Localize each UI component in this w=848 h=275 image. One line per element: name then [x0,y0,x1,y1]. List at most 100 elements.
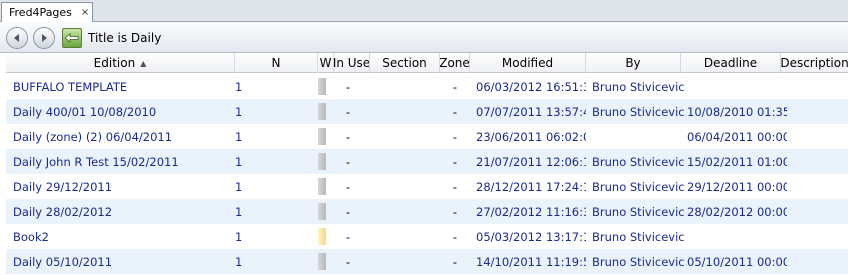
column-zone[interactable]: Zone [440,53,470,73]
modified-cell: 28/12/2011 17:24:13 [476,179,586,194]
n-cell: 1 [235,79,243,94]
filter-label: Title is Daily [88,31,162,45]
in-use-cell: - [345,229,351,244]
modified-cell: 05/03/2012 13:17:13 [476,229,586,244]
column-n-label: N [271,56,281,70]
by-cell: Bruno Stivicevic [592,154,684,169]
modified-cell: 23/06/2011 06:02:06 [476,129,586,144]
edition-cell[interactable]: Daily 29/12/2011 [13,174,235,199]
filter-arrow-icon [65,33,79,43]
w-indicator [318,203,326,220]
column-zone-label: Zone [440,56,470,70]
n-cell: 1 [235,254,243,269]
in-use-cell: - [345,179,351,194]
column-w[interactable]: W [318,53,334,73]
toolbar: Title is Daily [0,22,848,53]
zone-cell: - [452,229,458,244]
column-w-label: W [319,56,332,70]
table-row[interactable]: Book2 1 - - 05/03/2012 13:17:13 Bruno St… [6,224,848,249]
zone-cell: - [452,154,458,169]
column-edition-label: Edition [93,56,136,70]
tab-strip: Fred4Pages × [0,0,848,22]
arrow-left-icon [14,34,19,42]
deadline-cell: 05/10/2011 00:00 [687,254,787,269]
in-use-cell: - [345,154,351,169]
by-cell: Bruno Stivicevic [592,254,684,269]
column-section[interactable]: Section [370,53,440,73]
w-indicator [318,253,326,270]
close-icon[interactable]: × [81,7,89,18]
modified-cell: 07/07/2011 13:57:42 [476,104,586,119]
deadline-cell: 10/08/2010 01:35 [687,104,787,119]
by-cell: Bruno Stivicevic [592,104,684,119]
n-cell: 1 [235,179,243,194]
column-by-label: By [625,56,641,70]
by-cell: Bruno Stivicevic [592,229,684,244]
table-row[interactable]: Daily 05/10/2011 1 - - 14/10/2011 11:19:… [6,249,848,274]
back-button[interactable] [6,27,28,49]
column-in-use[interactable]: In Use [334,53,370,73]
modified-cell: 21/07/2011 12:06:18 [476,154,586,169]
column-deadline[interactable]: Deadline [681,53,781,73]
w-indicator [318,178,326,195]
column-edition[interactable]: Edition ▲ [6,53,235,73]
edition-cell[interactable]: Book2 [13,224,235,249]
in-use-cell: - [345,104,351,119]
in-use-cell: - [345,79,351,94]
table-row[interactable]: Daily (zone) (2) 06/04/2011 1 - - 23/06/… [6,124,848,149]
table-row[interactable]: Daily 29/12/2011 1 - - 28/12/2011 17:24:… [6,174,848,199]
edition-cell[interactable]: Daily John R Test 15/02/2011 [13,149,235,174]
modified-cell: 14/10/2011 11:19:57 [476,254,586,269]
zone-cell: - [452,79,458,94]
editions-grid: BUFFALO TEMPLATE 1 - - 06/03/2012 16:51:… [6,74,848,274]
in-use-cell: - [345,254,351,269]
column-header: Edition ▲ N W In Use Section Zone Modifi… [6,53,848,73]
column-in-use-label: In Use [334,56,370,70]
n-cell: 1 [235,204,243,219]
edition-cell[interactable]: Daily 400/01 10/08/2010 [13,99,235,124]
table-row[interactable]: Daily 28/02/2012 1 - - 27/02/2012 11:16:… [6,199,848,224]
column-n[interactable]: N [235,53,318,73]
w-indicator [318,153,326,170]
table-row[interactable]: Daily 400/01 10/08/2010 1 - - 07/07/2011… [6,99,848,124]
column-description[interactable]: Description [781,53,848,73]
in-use-cell: - [345,204,351,219]
n-cell: 1 [235,104,243,119]
deadline-cell: 15/02/2011 01:00 [687,154,787,169]
column-modified-label: Modified [501,56,554,70]
in-use-cell: - [345,129,351,144]
column-section-label: Section [382,56,427,70]
edition-cell[interactable]: BUFFALO TEMPLATE [13,74,235,99]
by-cell [592,124,684,149]
modified-cell: 27/02/2012 11:16:37 [476,204,586,219]
zone-cell: - [452,204,458,219]
w-indicator [318,128,326,145]
edition-cell[interactable]: Daily (zone) (2) 06/04/2011 [13,124,235,149]
arrow-right-icon [42,34,47,42]
deadline-cell: 06/04/2011 00:00 [687,129,787,144]
zone-cell: - [452,254,458,269]
edition-cell[interactable]: Daily 05/10/2011 [13,249,235,274]
deadline-cell: 28/02/2012 00:00 [687,204,787,219]
table-row[interactable]: BUFFALO TEMPLATE 1 - - 06/03/2012 16:51:… [6,74,848,99]
tab-title: Fred4Pages [9,6,72,19]
zone-cell: - [452,104,458,119]
deadline-cell [687,224,787,249]
deadline-cell [687,74,787,99]
deadline-cell: 29/12/2011 00:00 [687,179,787,194]
by-cell: Bruno Stivicevic [592,204,684,219]
by-cell: Bruno Stivicevic [592,79,684,94]
forward-button[interactable] [33,27,55,49]
column-modified[interactable]: Modified [470,53,586,73]
n-cell: 1 [235,129,243,144]
table-row[interactable]: Daily John R Test 15/02/2011 1 - - 21/07… [6,149,848,174]
filter-button[interactable] [62,28,82,48]
zone-cell: - [452,179,458,194]
zone-cell: - [452,129,458,144]
column-description-label: Description [781,56,848,70]
w-indicator [318,103,326,120]
tab-fred4pages[interactable]: Fred4Pages × [1,2,93,22]
edition-cell[interactable]: Daily 28/02/2012 [13,199,235,224]
column-by[interactable]: By [586,53,681,73]
w-indicator [318,228,326,245]
